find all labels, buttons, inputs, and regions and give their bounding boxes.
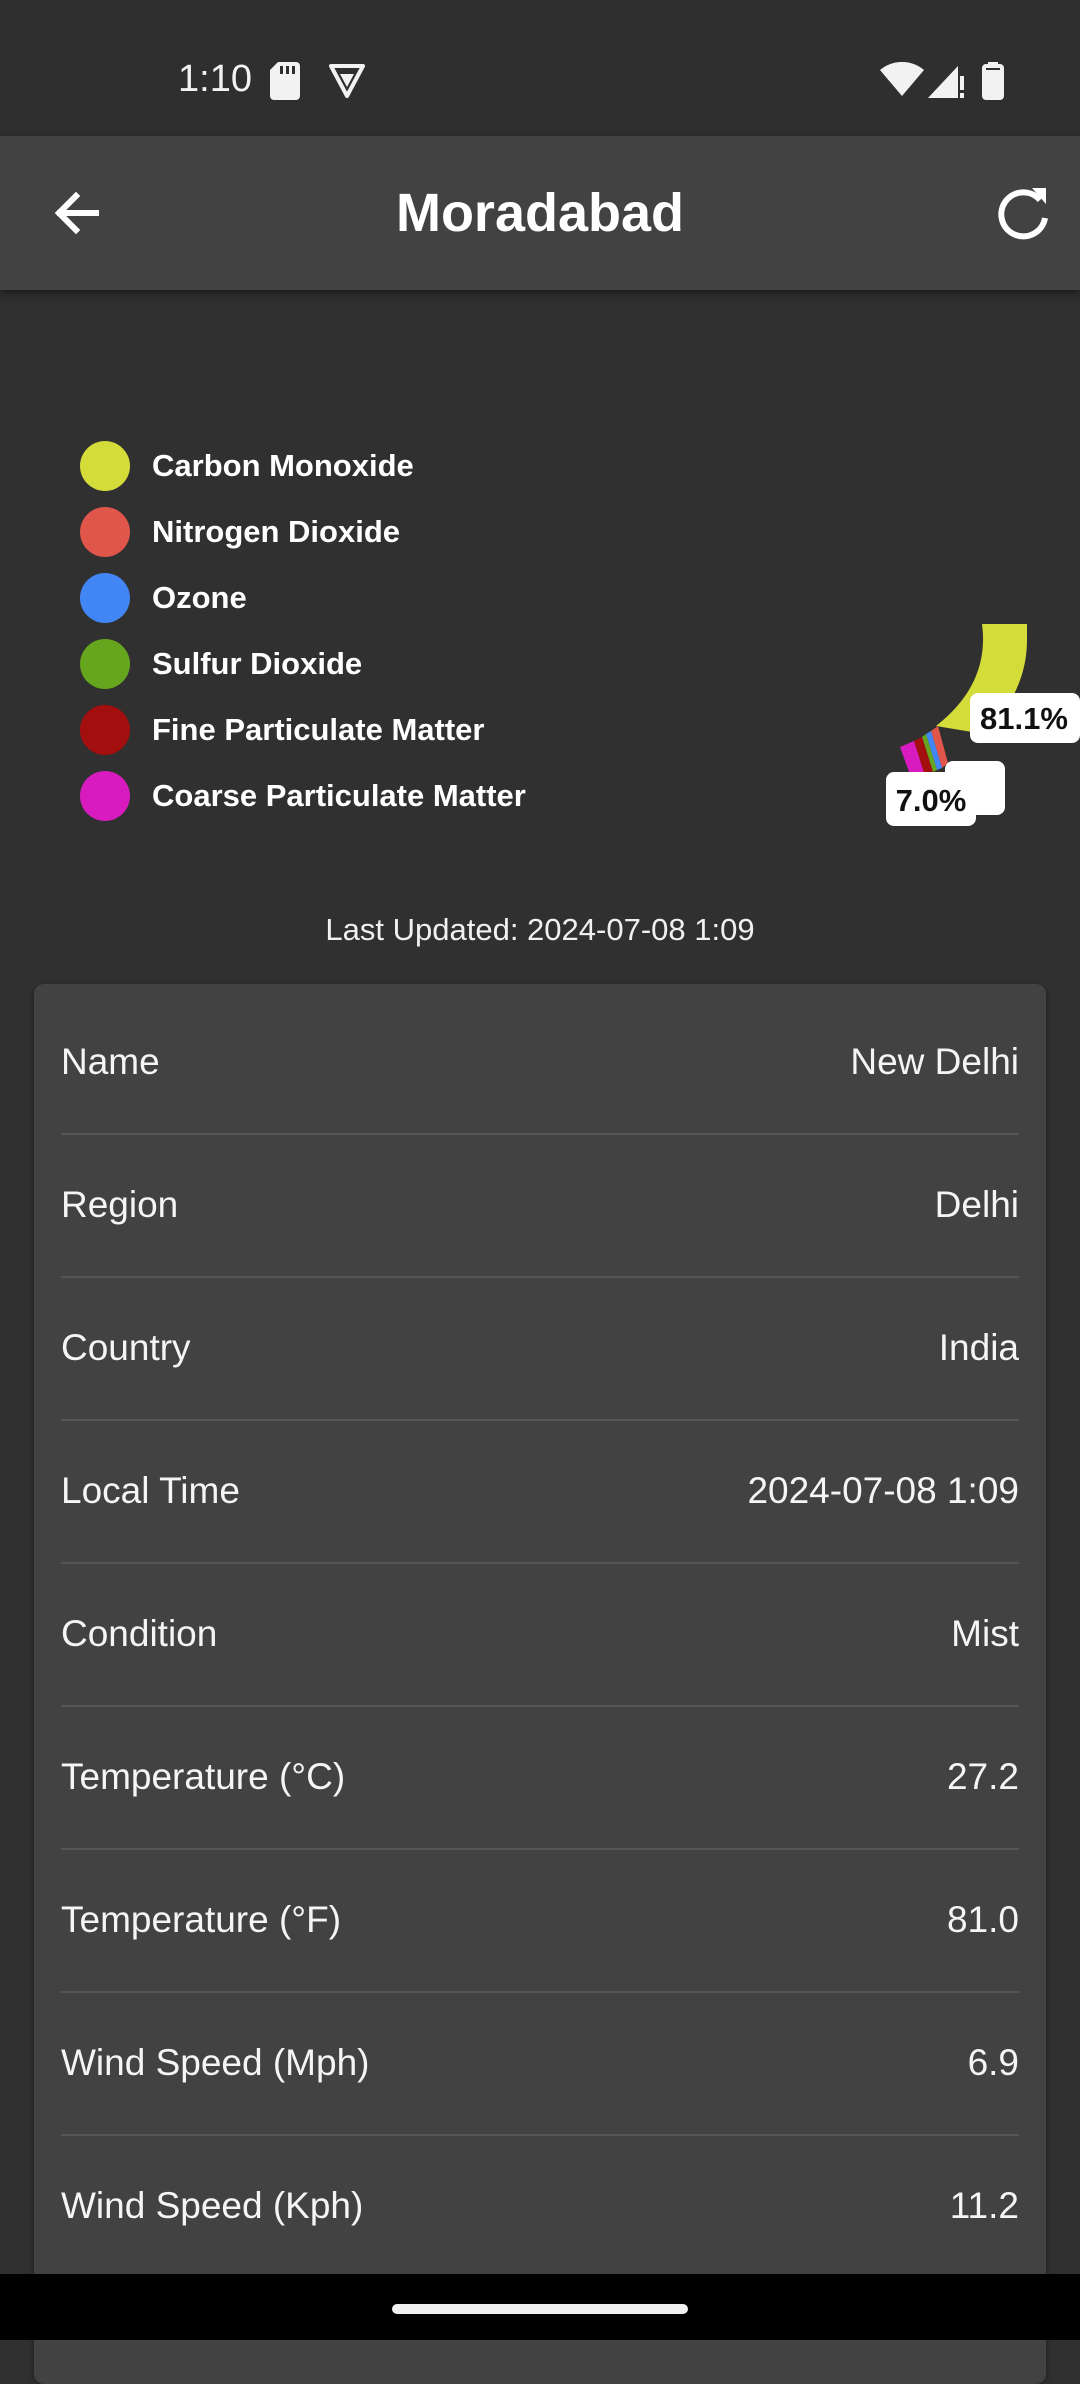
chart-legend: Carbon Monoxide Nitrogen Dioxide Ozone S… <box>80 433 526 829</box>
home-gesture-handle[interactable] <box>392 2304 688 2314</box>
app-bar: Moradabad <box>0 136 1080 290</box>
legend-swatch <box>80 705 130 755</box>
row-value: India <box>938 1327 1019 1368</box>
details-card: Name New Delhi Region Delhi Country Indi… <box>34 984 1046 2384</box>
wifi-icon <box>880 62 924 96</box>
legend-item-carbon-monoxide: Carbon Monoxide <box>80 433 526 499</box>
row-label: Temperature (°C) <box>61 1756 346 1797</box>
table-row: Region Delhi <box>61 1134 1019 1278</box>
row-label: Condition <box>61 1613 218 1654</box>
row-label: Country <box>61 1327 191 1368</box>
row-value: Delhi <box>934 1184 1019 1225</box>
refresh-icon[interactable] <box>988 178 1058 248</box>
status-time: 1:10 <box>178 58 252 100</box>
row-label: Temperature (°F) <box>61 1899 342 1940</box>
table-row: Temperature (°F) 81.0 <box>61 1849 1019 1993</box>
sd-card-icon <box>270 62 300 100</box>
system-nav-bar <box>0 2274 1080 2340</box>
row-label: Region <box>61 1184 179 1225</box>
row-value: 2024-07-08 1:09 <box>747 1470 1019 1511</box>
row-value: 11.2 <box>949 2185 1019 2226</box>
row-value: 81.0 <box>946 1899 1019 1940</box>
legend-item-sulfur-dioxide: Sulfur Dioxide <box>80 631 526 697</box>
table-row: Wind Speed (Kph) 11.2 <box>61 2135 1019 2277</box>
legend-item-fine-particulate-matter: Fine Particulate Matter <box>80 697 526 763</box>
legend-swatch <box>80 639 130 689</box>
legend-item-coarse-particulate-matter: Coarse Particulate Matter <box>80 763 526 829</box>
status-bar: 1:10 <box>0 0 1080 136</box>
table-row: Country India <box>61 1277 1019 1421</box>
legend-label: Fine Particulate Matter <box>152 712 485 747</box>
row-label: Name <box>61 1041 160 1082</box>
legend-swatch <box>80 507 130 557</box>
row-label: Wind Speed (Kph) <box>61 2185 364 2226</box>
legend-label: Coarse Particulate Matter <box>152 778 526 813</box>
row-value: 27.2 <box>946 1756 1019 1797</box>
last-updated-text: Last Updated: 2024-07-08 1:09 <box>325 912 755 947</box>
legend-item-nitrogen-dioxide: Nitrogen Dioxide <box>80 499 526 565</box>
table-row: Name New Delhi <box>61 991 1019 1135</box>
legend-swatch <box>80 771 130 821</box>
row-value: New Delhi <box>850 1041 1019 1082</box>
vpn-icon <box>329 64 365 98</box>
legend-label: Ozone <box>152 580 247 615</box>
legend-label: Carbon Monoxide <box>152 448 414 483</box>
legend-label: Nitrogen Dioxide <box>152 514 401 549</box>
legend-swatch <box>80 573 130 623</box>
legend-swatch <box>80 441 130 491</box>
table-row: Temperature (°C) 27.2 <box>61 1706 1019 1850</box>
data-label-carbon-monoxide: 81.1% <box>980 701 1068 736</box>
battery-icon <box>982 62 1004 100</box>
legend-item-ozone: Ozone <box>80 565 526 631</box>
table-row: Local Time 2024-07-08 1:09 <box>61 1420 1019 1564</box>
row-label: Wind Speed (Mph) <box>61 2042 370 2083</box>
table-row: Condition Mist <box>61 1563 1019 1707</box>
data-label-nitrogen-dioxide: 7.0% <box>896 783 967 818</box>
legend-label: Sulfur Dioxide <box>152 646 363 681</box>
row-value: Mist <box>951 1613 1019 1654</box>
pollutant-pie-chart: 81.1% 7.0% <box>886 624 1080 826</box>
signal-icon <box>928 66 964 98</box>
row-label: Local Time <box>61 1470 240 1511</box>
table-row: Wind Speed (Mph) 6.9 <box>61 1992 1019 2136</box>
row-value: 6.9 <box>967 2042 1019 2083</box>
page-title: Moradabad <box>395 183 685 243</box>
